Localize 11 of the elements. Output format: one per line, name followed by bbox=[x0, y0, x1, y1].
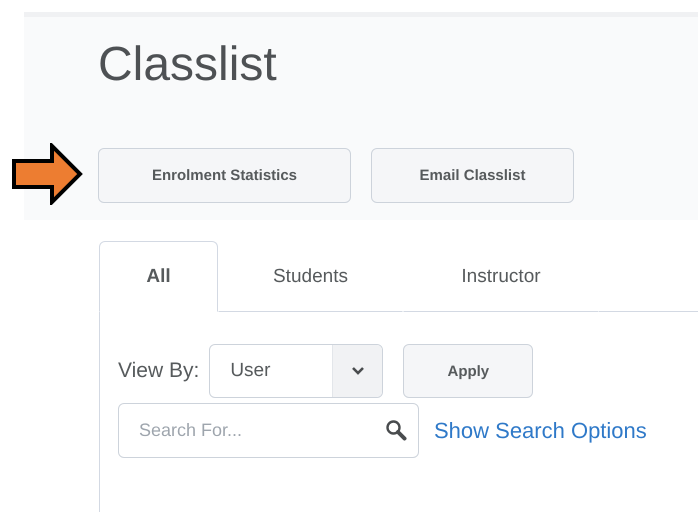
search-icon bbox=[385, 419, 407, 441]
view-by-label: View By: bbox=[118, 359, 200, 383]
tab[interactable]: All bbox=[99, 241, 218, 312]
apply-button[interactable]: Apply bbox=[403, 344, 534, 398]
show-search-options-link[interactable]: Show Search Options bbox=[434, 418, 647, 444]
action-button[interactable]: Email Classlist bbox=[371, 148, 574, 203]
chevron-down-icon bbox=[350, 366, 365, 376]
view-by-dropdown[interactable]: User bbox=[209, 344, 384, 398]
page-title: Classlist bbox=[98, 37, 277, 93]
action-button[interactable]: Enrolment Statistics bbox=[98, 148, 351, 203]
search-field[interactable]: Search For... bbox=[118, 403, 419, 458]
